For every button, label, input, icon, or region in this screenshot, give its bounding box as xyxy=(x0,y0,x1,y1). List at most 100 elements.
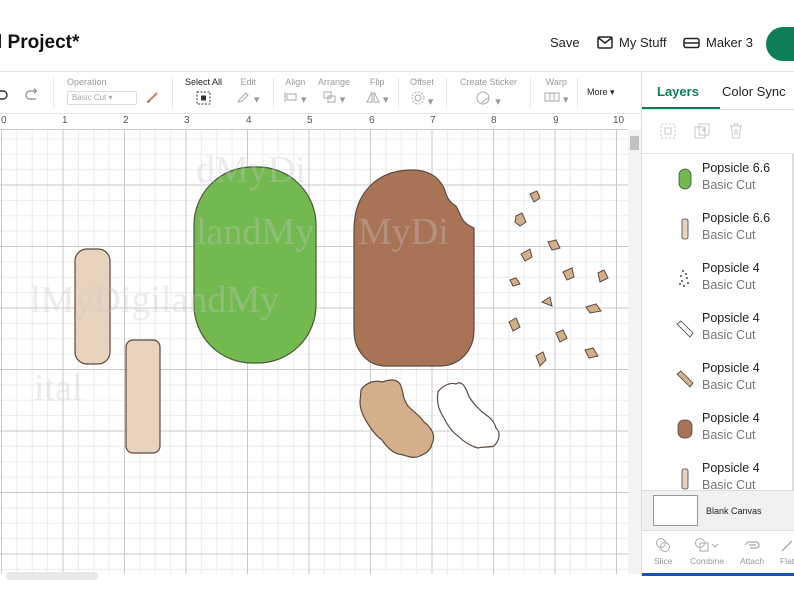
ruler-number: 3 xyxy=(184,115,190,126)
machine-button[interactable]: Maker 3 xyxy=(683,35,753,50)
layer-row[interactable]: Popsicle 4 Basic Cut xyxy=(642,254,794,304)
operation-label: Operation xyxy=(67,77,107,87)
ruler-number: 5 xyxy=(307,115,313,126)
arrange-group[interactable]: Arrange ▾ xyxy=(318,77,350,106)
undo-icon[interactable] xyxy=(0,88,8,100)
ruler-number: 1 xyxy=(62,115,68,126)
flip-label: Flip xyxy=(370,77,385,87)
app-header: l Project* Save My Stuff Maker 3 xyxy=(0,0,794,72)
toolbar-divider xyxy=(53,78,54,108)
combine-icon xyxy=(695,538,719,552)
layers-panel: Layers Color Sync Popsicle 6.6 Basic Cut… xyxy=(641,72,794,576)
layer-actions xyxy=(642,110,794,154)
design-canvas[interactable]: dMyDi landMy lMyDigilandMy landMyDigilan… xyxy=(0,130,628,574)
crumb xyxy=(520,248,533,262)
popsicle-stick-1[interactable] xyxy=(74,248,111,365)
blank-canvas-row[interactable]: Blank Canvas xyxy=(642,490,794,530)
toolbar-divider xyxy=(530,78,531,108)
sticker-icon xyxy=(476,91,490,105)
crumb xyxy=(514,212,527,227)
flatten-label: Flat xyxy=(780,556,794,566)
crumb xyxy=(585,303,602,314)
canvas-vertical-scrollbar[interactable] xyxy=(628,130,641,574)
stick-thumbnail xyxy=(681,468,689,490)
ruler-number: 2 xyxy=(123,115,129,126)
layer-row[interactable]: Popsicle 6.6 Basic Cut xyxy=(642,204,794,254)
save-button[interactable]: Save xyxy=(550,35,580,50)
layers-list: Popsicle 6.6 Basic Cut Popsicle 6.6 Basi… xyxy=(642,154,794,492)
offset-label: Offset xyxy=(410,77,434,87)
duplicate-icon[interactable] xyxy=(693,122,711,140)
edit-group[interactable]: Edit ▾ xyxy=(236,77,260,106)
combine-button[interactable]: Combine xyxy=(690,537,724,566)
crumb xyxy=(547,239,561,251)
ruler-number: 9 xyxy=(553,115,559,126)
crumb xyxy=(584,347,599,359)
group-icon[interactable] xyxy=(659,122,677,140)
layer-row[interactable]: Popsicle 4 Basic Cut xyxy=(642,454,794,492)
panel-bottom-accent xyxy=(642,573,794,576)
redo-icon[interactable] xyxy=(24,88,40,100)
toolbar-divider xyxy=(577,78,578,108)
zoom-control[interactable] xyxy=(6,572,98,580)
my-stuff-button[interactable]: My Stuff xyxy=(597,35,666,50)
attach-button[interactable]: Attach xyxy=(740,537,764,566)
tab-color-sync[interactable]: Color Sync xyxy=(722,84,786,99)
operation-group: Operation Basic Cut ▾ xyxy=(67,77,160,105)
save-label: Save xyxy=(550,35,580,50)
crumb xyxy=(509,277,521,287)
project-title[interactable]: l Project* xyxy=(0,32,79,54)
layer-name: Popsicle 6.6 xyxy=(702,211,771,225)
layer-name: Popsicle 4 xyxy=(702,411,760,425)
make-it-button[interactable] xyxy=(766,27,794,61)
layer-type: Basic Cut xyxy=(702,228,756,242)
layer-row[interactable]: Popsicle 4 Basic Cut xyxy=(642,304,794,354)
layer-type: Basic Cut xyxy=(702,328,756,342)
align-label: Align xyxy=(285,77,306,87)
layer-row[interactable]: Popsicle 4 Basic Cut xyxy=(642,354,794,404)
ruler-number: 4 xyxy=(246,115,252,126)
green-popsicle[interactable] xyxy=(193,166,317,364)
operation-select[interactable]: Basic Cut ▾ xyxy=(67,90,137,105)
warp-group[interactable]: Warp ▾ xyxy=(544,77,569,106)
tab-layers[interactable]: Layers xyxy=(657,84,699,99)
white-bite-piece[interactable] xyxy=(436,382,500,449)
crumb xyxy=(562,267,575,281)
align-icon xyxy=(284,92,297,102)
popsicle-stick-2[interactable] xyxy=(125,339,161,454)
flip-icon xyxy=(366,91,380,103)
ruler-number: 8 xyxy=(491,115,497,126)
crumb xyxy=(535,351,547,367)
more-label: More xyxy=(587,87,608,97)
layer-name: Popsicle 4 xyxy=(702,461,760,475)
layer-row[interactable]: Popsicle 4 Basic Cut xyxy=(642,404,794,454)
tan-bite-piece[interactable] xyxy=(359,379,435,458)
layer-row[interactable]: Popsicle 6.6 Basic Cut xyxy=(642,154,794,204)
layer-name: Popsicle 4 xyxy=(702,261,760,275)
envelope-icon xyxy=(597,36,613,49)
scroll-thumb[interactable] xyxy=(630,136,639,150)
create-sticker-group[interactable]: Create Sticker ▾ xyxy=(460,77,517,108)
offset-group[interactable]: Offset ▾ xyxy=(410,77,434,108)
attach-icon xyxy=(745,541,760,549)
slice-button[interactable]: Slice xyxy=(654,537,672,566)
my-stuff-label: My Stuff xyxy=(619,35,667,50)
delete-icon[interactable] xyxy=(727,122,745,140)
offset-icon xyxy=(411,91,425,105)
warp-label: Warp xyxy=(545,77,567,87)
more-menu[interactable]: More ▾ xyxy=(587,87,615,98)
blank-canvas-thumbnail xyxy=(653,495,698,526)
crumbs-group[interactable] xyxy=(508,190,609,367)
align-group[interactable]: Align ▾ xyxy=(284,77,307,106)
flatten-icon xyxy=(781,540,793,552)
top-ruler: 0 1 2 3 4 5 6 7 8 9 10 xyxy=(0,114,628,130)
flatten-button[interactable]: Flat xyxy=(780,537,794,566)
pen-color-icon[interactable] xyxy=(146,90,160,104)
canvas-shapes xyxy=(74,166,609,458)
select-all-group[interactable]: Select All xyxy=(185,77,222,108)
brown-popsicle[interactable] xyxy=(353,169,475,367)
arrange-label: Arrange xyxy=(318,77,351,87)
create-sticker-label: Create Sticker xyxy=(460,77,518,87)
select-all-icon xyxy=(196,91,211,105)
flip-group[interactable]: Flip ▾ xyxy=(366,77,389,106)
